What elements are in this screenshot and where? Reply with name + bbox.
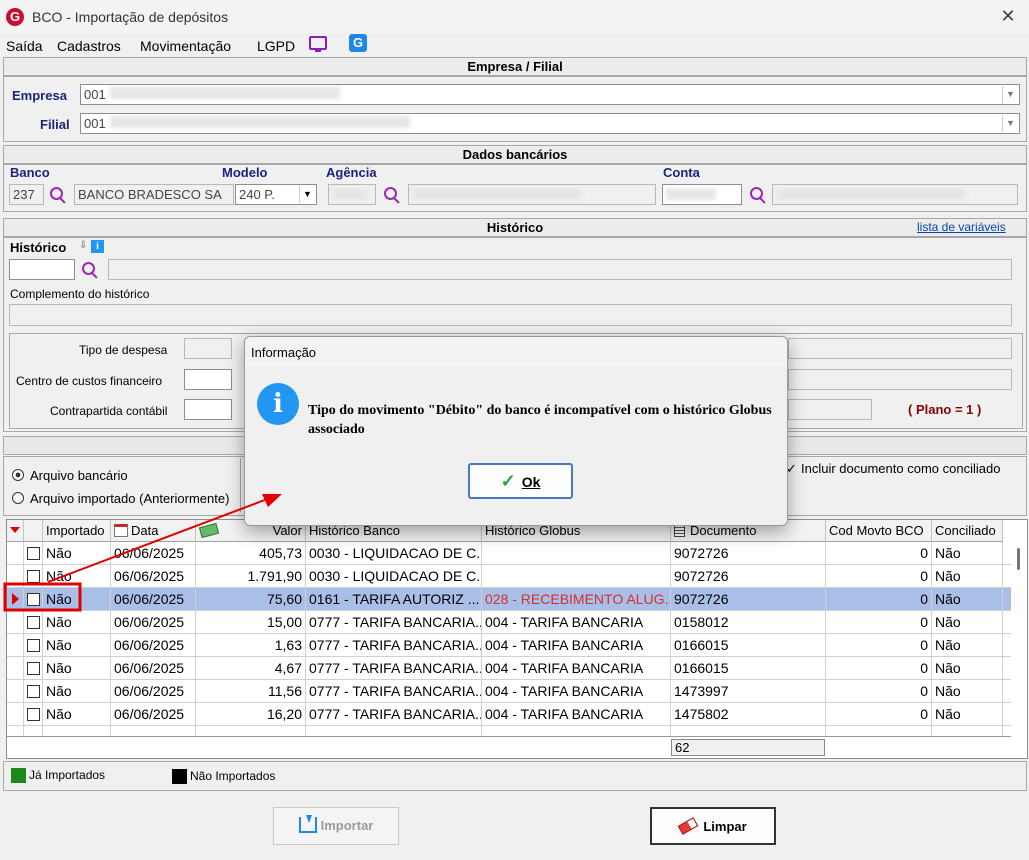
annotation-overlay bbox=[3, 494, 282, 612]
highlight-box bbox=[3, 582, 82, 612]
annotation-arrow bbox=[47, 497, 271, 583]
annotation-arrowhead bbox=[262, 494, 282, 507]
